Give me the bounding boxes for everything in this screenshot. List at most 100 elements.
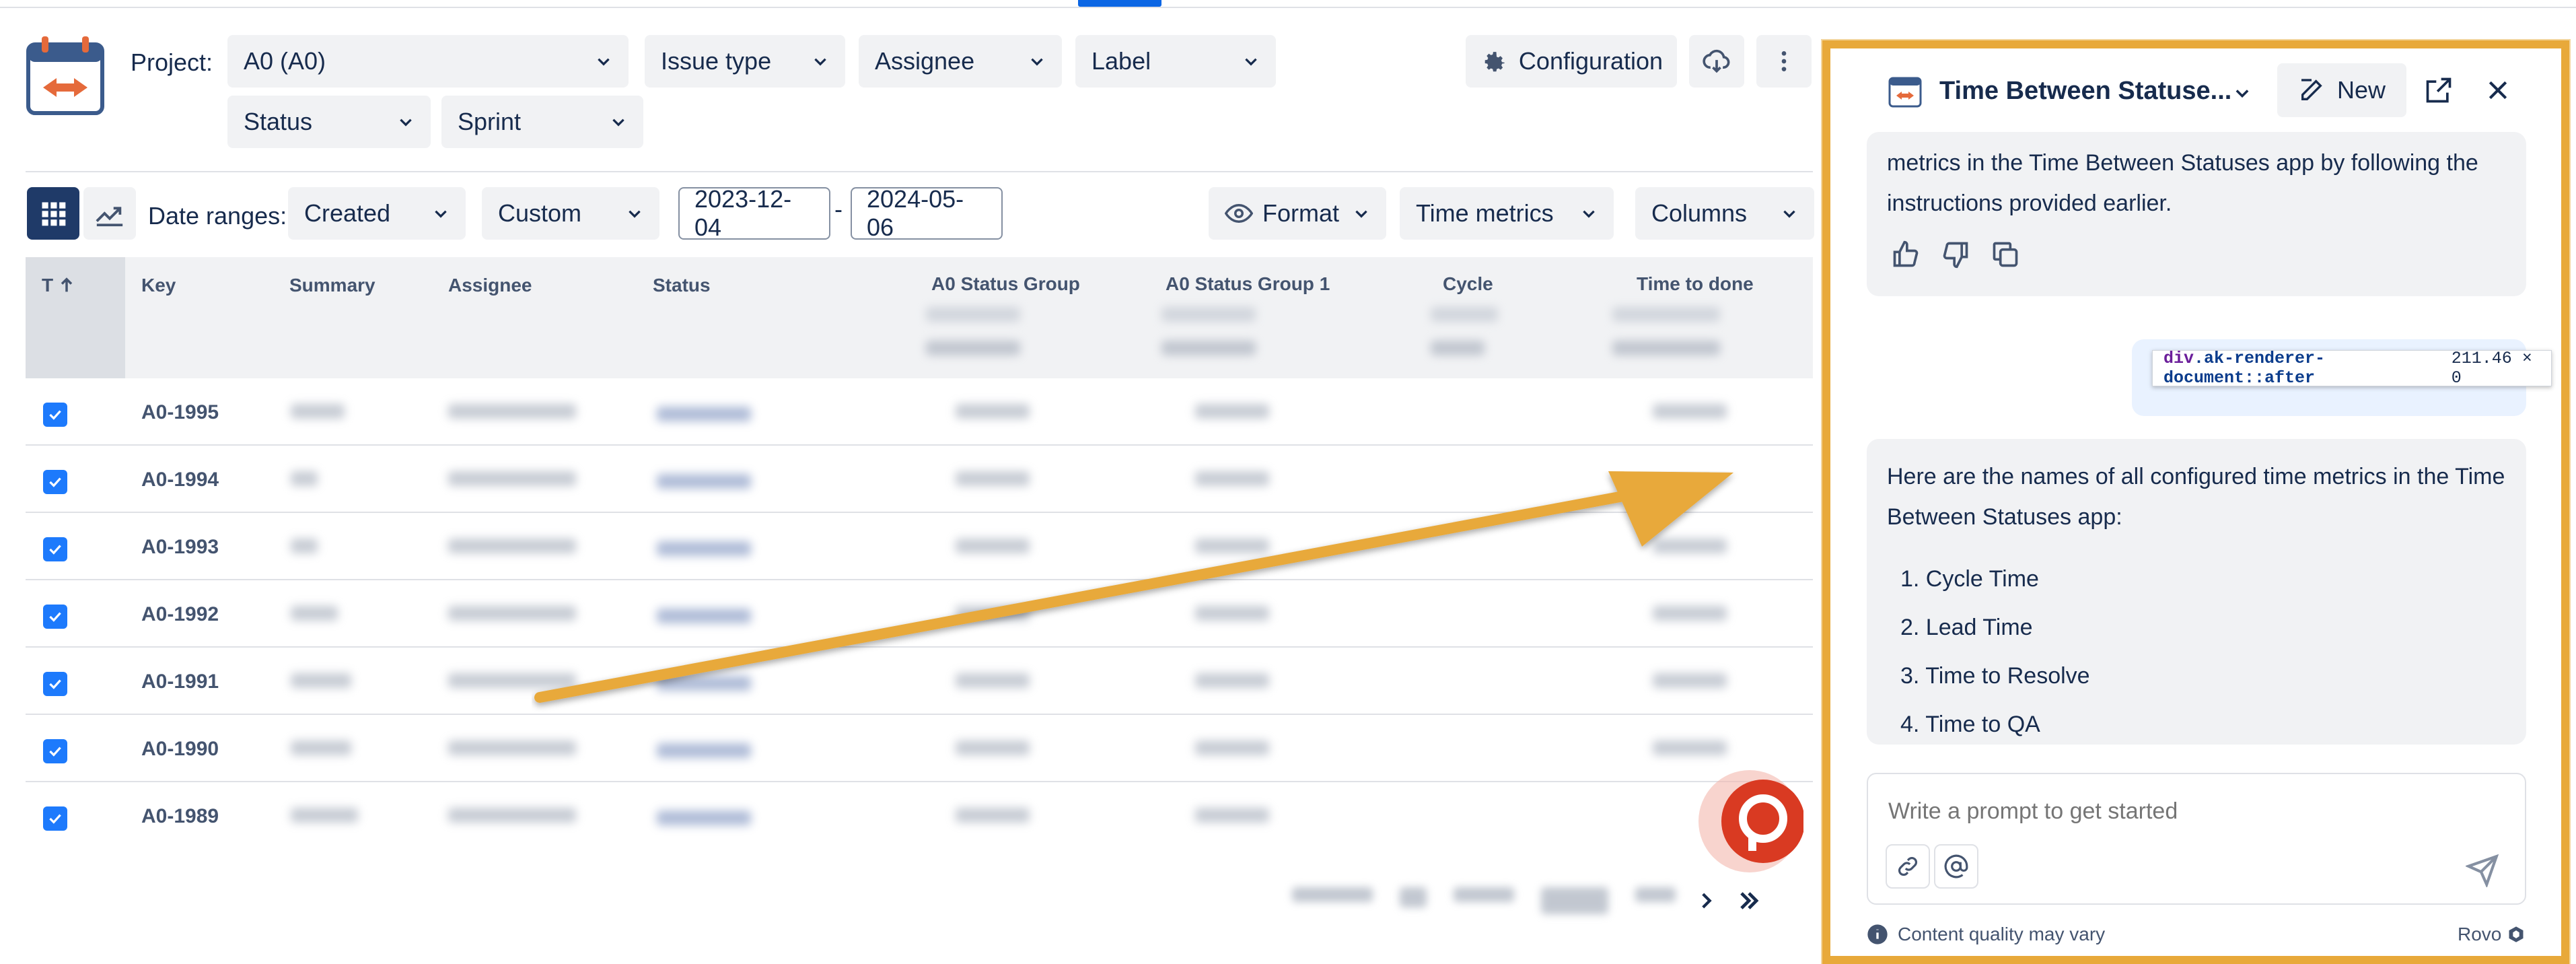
row-checkbox[interactable] [43,403,67,427]
mention-button[interactable] [1934,844,1978,889]
issue-key[interactable]: A0-1992 [141,603,219,626]
date-ranges-label: Date ranges: [148,202,287,230]
date-separator: - [834,195,843,223]
more-vertical-icon [1781,51,1787,71]
metrics-list: 1. Cycle Time 2. Lead Time 3. Time to Re… [1900,555,2090,749]
rovo-assistant-icon[interactable] [1696,767,1803,875]
list-item: 3. Time to Resolve [1900,663,2090,689]
chevron-right-icon[interactable] [1694,889,1717,912]
row-checkbox[interactable] [43,605,67,629]
format-select[interactable]: Format [1209,187,1386,240]
assignee-select[interactable]: Assignee [859,35,1062,88]
sort-column-header[interactable]: T [42,275,76,296]
chevron-down-icon [1355,210,1367,218]
chevron-down-icon [814,58,826,66]
issue-key[interactable]: A0-1991 [141,670,219,693]
copy-icon[interactable] [1991,240,2020,269]
date-from-input[interactable]: 2023-12-04 [678,185,830,241]
prompt-box [1867,773,2526,905]
edit-icon [2301,79,2322,100]
chevron-down-icon [1783,210,1795,218]
row-checkbox[interactable] [43,672,67,696]
columns-label: Columns [1651,199,1748,227]
chevron-down-icon [629,210,641,218]
project-select[interactable]: A0 (A0) [227,35,629,88]
time-metrics-select[interactable]: Time metrics [1400,187,1614,240]
tooltip-tag: div [2163,349,2194,368]
bot-reply-intro: Here are the names of all configured tim… [1887,464,2505,530]
eye-icon [1225,203,1253,223]
chevron-down-icon [1031,58,1043,66]
chevron-down-icon [598,58,610,66]
format-select-content: Format [1225,199,1339,228]
row-checkbox[interactable] [43,806,67,831]
checkmark-icon [49,477,61,487]
double-chevron-right-icon[interactable] [1736,888,1762,914]
app-page: Project: A0 (A0) Issue type Assignee Lab… [0,0,2576,964]
date-to-input[interactable]: 2024-05-06 [851,185,1003,241]
project-select-value: A0 (A0) [244,47,326,75]
attach-link-button[interactable] [1886,844,1930,889]
status-select[interactable]: Status [227,96,431,148]
list-item: 1. Cycle Time [1900,566,2039,592]
annotation-arrow-icon [534,471,1733,703]
thumbs-up-icon[interactable] [1891,240,1921,269]
chart-view-toggle[interactable] [83,187,136,240]
open-external-icon[interactable] [2424,75,2454,105]
issue-type-select[interactable]: Issue type [645,35,845,88]
bot-message-text: metrics in the Time Between Statuses app… [1887,150,2478,216]
row-checkbox[interactable] [43,739,67,763]
issue-key[interactable]: A0-1995 [141,401,219,424]
app-logo-icon [26,36,104,115]
checkmark-icon [49,747,61,757]
chevron-down-icon[interactable] [2233,83,2252,102]
info-icon [1867,924,1888,944]
list-item: 4. Time to QA [1900,712,2040,737]
label-select[interactable]: Label [1075,35,1276,88]
range-type-select[interactable]: Custom [482,187,659,240]
cloud-download-icon [1703,49,1730,73]
table-view-toggle[interactable] [27,187,79,240]
list-item: 2. Lead Time [1900,615,2033,640]
columns-select[interactable]: Columns [1635,187,1814,240]
prompt-input[interactable] [1888,794,2494,828]
issue-key[interactable]: A0-1994 [141,469,219,491]
send-icon[interactable] [2466,854,2499,887]
row-checkbox[interactable] [43,537,67,561]
assignee-label: Assignee [875,47,975,75]
checkmark-icon [49,814,61,824]
configuration-label: Configuration [1518,47,1663,75]
pagination-blurred [1292,887,1676,914]
content-quality-note: Content quality may vary [1867,924,2105,945]
new-chat-button[interactable]: New [2277,63,2406,117]
new-chat-label: New [2336,76,2386,104]
active-tab-indicator [1078,0,1161,7]
chevron-down-icon [1583,210,1595,218]
thumbs-down-icon[interactable] [1941,240,1970,269]
chevron-down-icon [435,210,447,218]
date-field-select[interactable]: Created [288,187,466,240]
cloud-download-button[interactable] [1689,35,1744,88]
time-metrics-label: Time metrics [1416,199,1554,227]
more-options-button[interactable] [1756,35,1812,88]
issue-key[interactable]: A0-1990 [141,738,219,761]
label-label: Label [1092,47,1151,75]
close-icon[interactable] [2484,77,2511,104]
chat-agent-title: Time Between Statuse... [1939,77,2232,105]
issue-type-label: Issue type [661,47,772,75]
range-type-value: Custom [498,199,582,227]
column-header-key[interactable]: Key [141,275,176,296]
issue-key[interactable]: A0-1989 [141,805,219,828]
devtools-inspect-tooltip: div.ak-renderer-document::after 211.46 ×… [2152,349,2552,388]
rovo-logo-icon [2509,926,2524,942]
date-field-value: Created [304,199,391,227]
top-divider [0,7,2576,8]
issue-key[interactable]: A0-1993 [141,536,219,559]
configuration-button[interactable]: Configuration [1466,35,1677,88]
sprint-select[interactable]: Sprint [441,96,643,148]
row-checkbox[interactable] [43,470,67,494]
chevron-down-icon [612,118,624,127]
pagination [1292,881,1762,921]
bot-message: Here are the names of all configured tim… [1867,439,2526,745]
format-label: Format [1262,199,1340,227]
